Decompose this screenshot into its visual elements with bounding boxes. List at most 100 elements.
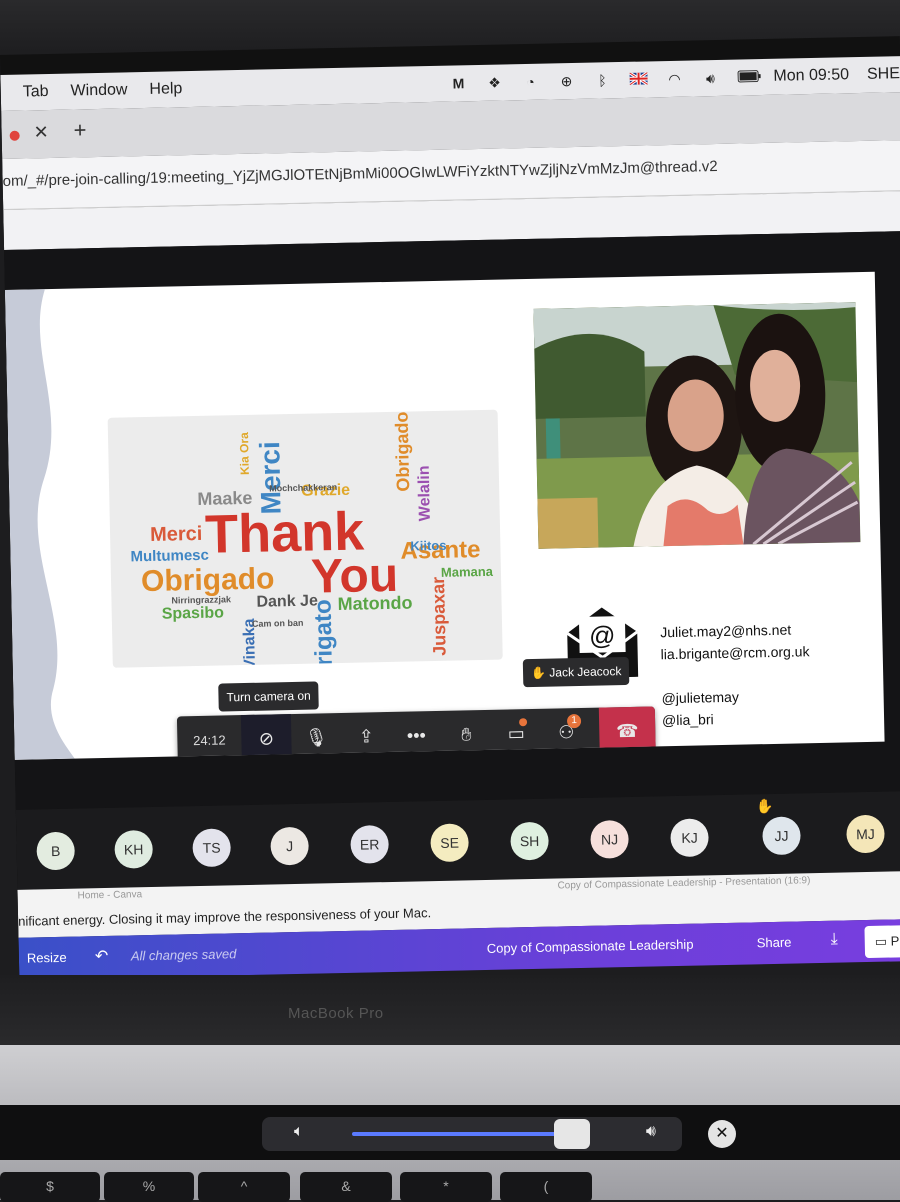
wifi-icon[interactable]: ◠	[665, 71, 683, 87]
word-matondo: Matondo	[337, 593, 412, 613]
word-multumesc: Multumesc	[130, 548, 209, 565]
volume-high-icon: 🔊︎	[646, 1123, 656, 1141]
canva-resize-button[interactable]: Resize	[27, 950, 67, 966]
sync-icon[interactable]: ◔	[521, 74, 539, 90]
touchbar-close-button[interactable]: ✕	[708, 1120, 736, 1148]
menubar-user[interactable]: SHEE	[867, 65, 900, 84]
more-actions-button[interactable]: •••	[391, 711, 442, 760]
menu-help[interactable]: Help	[149, 80, 182, 99]
accessibility-icon[interactable]: ⊕	[557, 73, 575, 89]
participant-avatar[interactable]: MJ	[846, 815, 885, 854]
volume-knob[interactable]	[554, 1119, 590, 1149]
contact-email-1: Juliet.may2@nhs.net	[660, 618, 809, 643]
participant-avatar[interactable]: J	[270, 827, 309, 866]
word-merci-2: Merci	[150, 524, 203, 545]
participant-avatar[interactable]: SH	[510, 822, 549, 861]
laptop-screen: Tab Window Help M ❖ ◔ ⊕ ᛒ ◠ 🔊︎ Mon 09:50…	[0, 36, 900, 980]
participant-avatar[interactable]: JJ	[762, 816, 801, 855]
volume-track	[352, 1132, 562, 1136]
key-7[interactable]: &	[300, 1172, 392, 1202]
chat-button[interactable]: ▭	[491, 709, 542, 758]
key-4[interactable]: $	[0, 1172, 100, 1202]
share-tray-icon: ⇪	[359, 726, 375, 747]
word-kia-ora: Kia Ora	[238, 432, 251, 475]
canva-share-button[interactable]: Share	[757, 935, 792, 951]
canva-present-label: Pr	[891, 933, 900, 948]
uk-flag-icon[interactable]	[629, 71, 647, 87]
canva-present-button[interactable]: ▭ Pr	[864, 924, 900, 958]
word-kiitos: Kiitos	[410, 539, 446, 553]
mic-off-icon: 🎙︎	[305, 727, 328, 748]
bluetooth-icon[interactable]: ᛒ	[593, 72, 611, 88]
address-url[interactable]: om/_#/pre-join-calling/19:meeting_YjZjMG…	[2, 158, 717, 190]
presenters-photo	[533, 302, 860, 549]
raised-hand-name: Jack Jeacock	[549, 664, 621, 680]
menu-tab[interactable]: Tab	[23, 83, 49, 102]
raised-hand-tooltip: ✋ Jack Jeacock	[523, 657, 630, 687]
laptop-brand-label: MacBook Pro	[288, 1005, 384, 1022]
contact-handle-1: @julietemay	[661, 684, 810, 709]
word-mamana: Mamana	[441, 565, 493, 579]
volume-low-icon: 🔈︎	[294, 1123, 304, 1141]
hang-up-button[interactable]: ☎︎	[599, 706, 656, 755]
undo-icon[interactable]: ↶	[95, 946, 109, 966]
thank-you-word-cloud: Thank You Obrigado Merci Merci Asante Gr…	[108, 410, 503, 668]
camera-toggle-button[interactable]: ⊘	[241, 714, 292, 760]
canva-tab-home[interactable]: Home - Canva	[78, 889, 143, 901]
mic-toggle-button[interactable]: 🎙︎	[291, 713, 342, 760]
participants-button[interactable]: ⚇1	[541, 708, 592, 757]
participant-avatar[interactable]: TS	[192, 828, 231, 867]
hand-icon: ✋︎	[461, 724, 472, 745]
participant-avatar[interactable]: SE	[430, 823, 469, 862]
word-mochchakkeran: Mochchakkeran	[269, 483, 337, 493]
keyboard-number-row: $ % ^ & * (	[0, 1168, 900, 1200]
canva-tab-presentation[interactable]: Copy of Compassionate Leadership - Prese…	[557, 875, 810, 891]
participant-avatar[interactable]: ER	[350, 825, 389, 864]
recording-dot-icon	[10, 131, 20, 141]
menu-window[interactable]: Window	[70, 81, 127, 100]
download-icon[interactable]: ⤓	[831, 931, 838, 949]
camera-tooltip: Turn camera on	[218, 681, 319, 711]
word-maake: Maake	[197, 489, 252, 508]
menubar-clock[interactable]: Mon 09:50	[773, 66, 849, 86]
present-icon: ▭	[875, 934, 888, 949]
word-cam-on-ban: Cam on ban	[252, 619, 304, 629]
key-8[interactable]: *	[400, 1172, 492, 1202]
volume-slider[interactable]: 🔈︎ 🔊︎	[262, 1117, 682, 1151]
participant-avatar[interactable]: KH	[114, 830, 153, 869]
contact-handle-2: @lia_bri	[662, 706, 811, 731]
word-welalin: Welalin	[417, 465, 434, 521]
volume-icon[interactable]: 🔊︎	[701, 70, 719, 86]
battery-icon[interactable]	[737, 69, 755, 85]
word-obrigado-vert: Obrigado	[393, 411, 413, 491]
word-nirringrazzjak: Nirringrazzjak	[171, 595, 231, 605]
meeting-stage: Thank You Obrigado Merci Merci Asante Gr…	[4, 230, 900, 810]
canva-save-status: All changes saved	[131, 946, 237, 963]
shared-slide: Thank You Obrigado Merci Merci Asante Gr…	[5, 272, 885, 760]
chat-unread-dot	[519, 718, 527, 726]
new-tab-button[interactable]: +	[73, 117, 86, 143]
participant-raised-hand-icon: ✋	[756, 798, 774, 815]
call-timer: 24:12	[177, 732, 241, 748]
energy-notice-text: nificant energy. Closing it may improve …	[18, 905, 431, 929]
participant-avatar[interactable]: KJ	[670, 818, 709, 857]
word-juspaxar: Juspaxar	[429, 577, 449, 656]
slide-wave-decoration	[5, 288, 85, 759]
word-dank-je: Dank Je	[256, 593, 318, 610]
participant-avatar[interactable]: B	[36, 832, 75, 871]
mendeley-icon[interactable]: M	[449, 75, 467, 91]
raise-hand-button[interactable]: ✋︎	[441, 710, 492, 759]
share-screen-button[interactable]: ⇪	[341, 712, 392, 760]
contact-details: Juliet.may2@nhs.net lia.brigante@rcm.org…	[660, 618, 811, 731]
dropbox-icon[interactable]: ❖	[485, 74, 503, 90]
tab-close-button[interactable]: ✕	[33, 122, 49, 143]
key-6[interactable]: ^	[198, 1172, 290, 1202]
key-5[interactable]: %	[104, 1172, 194, 1202]
svg-text:@: @	[589, 620, 616, 651]
phone-hangup-icon: ☎︎	[616, 720, 639, 741]
canva-document-title[interactable]: Copy of Compassionate Leadership	[487, 937, 694, 956]
participant-avatar[interactable]: NJ	[590, 820, 629, 859]
raised-hand-icon: ✋	[531, 666, 546, 680]
word-spasibo: Spasibo	[162, 605, 225, 622]
key-9[interactable]: (	[500, 1172, 592, 1202]
